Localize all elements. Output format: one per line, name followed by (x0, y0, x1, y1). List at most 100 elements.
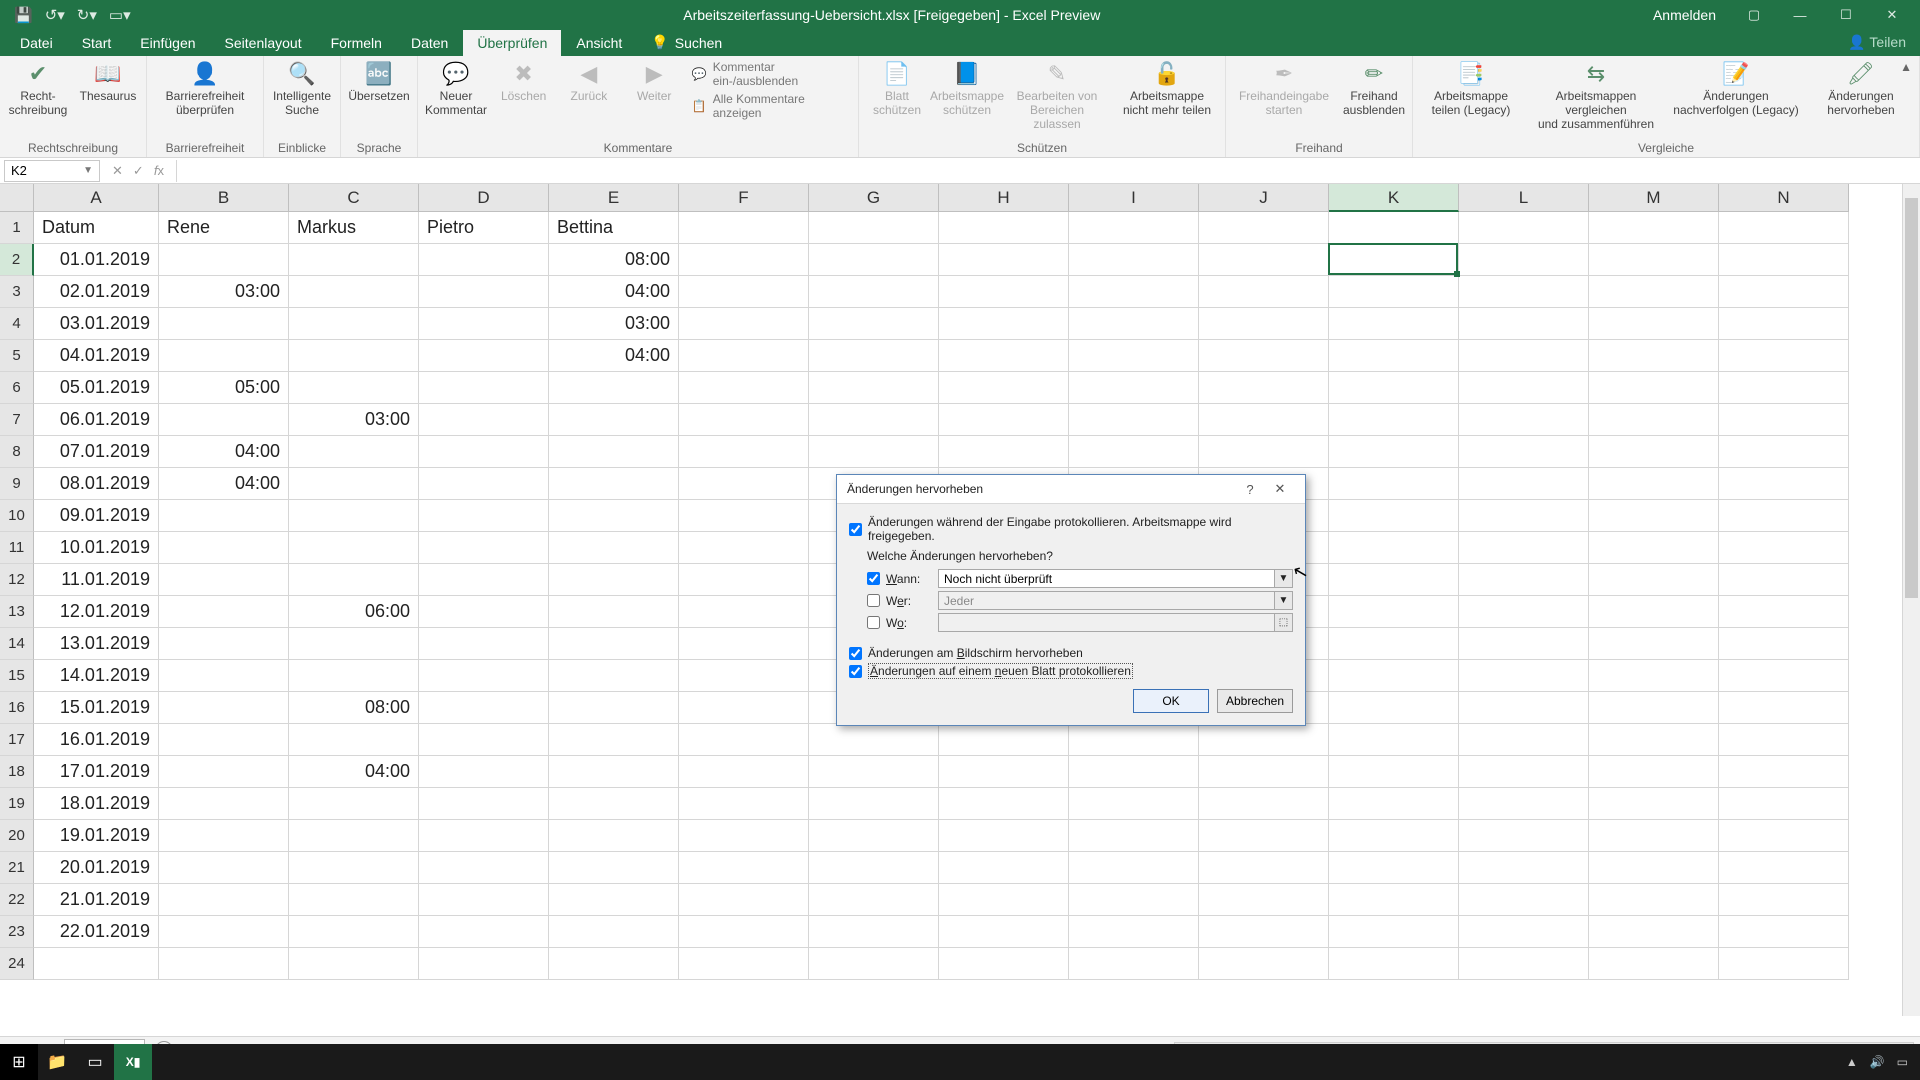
row-header-11[interactable]: 11 (0, 532, 34, 564)
cell[interactable] (809, 756, 939, 788)
cell[interactable] (549, 692, 679, 724)
row-header-1[interactable]: 1 (0, 212, 34, 244)
cell[interactable] (939, 244, 1069, 276)
cell[interactable] (419, 756, 549, 788)
cell[interactable] (1719, 628, 1849, 660)
cell[interactable] (939, 404, 1069, 436)
cell[interactable] (1329, 724, 1459, 756)
cell[interactable] (289, 628, 419, 660)
cell[interactable] (289, 244, 419, 276)
cell[interactable] (1199, 212, 1329, 244)
col-header-J[interactable]: J (1199, 184, 1329, 212)
cell[interactable] (1329, 596, 1459, 628)
cell[interactable]: 03:00 (289, 404, 419, 436)
cell[interactable] (939, 916, 1069, 948)
cell[interactable] (809, 884, 939, 916)
cell[interactable] (679, 628, 809, 660)
accessibility-button[interactable]: 👤Barrierefreiheit überprüfen (155, 60, 255, 118)
cell[interactable] (1069, 948, 1199, 980)
cell[interactable] (679, 500, 809, 532)
cell[interactable] (1719, 308, 1849, 340)
cell[interactable] (419, 916, 549, 948)
cell[interactable] (679, 372, 809, 404)
cell[interactable] (1199, 852, 1329, 884)
cell[interactable]: 20.01.2019 (34, 852, 159, 884)
col-header-M[interactable]: M (1589, 184, 1719, 212)
show-all-comments[interactable]: 📋Alle Kommentare anzeigen (692, 92, 850, 120)
who-dropdown-icon[interactable]: ▼ (1275, 591, 1293, 610)
cell[interactable] (1589, 372, 1719, 404)
cell[interactable] (1459, 884, 1589, 916)
save-icon[interactable]: 💾 (14, 6, 33, 24)
cell[interactable] (289, 372, 419, 404)
cell[interactable] (1199, 948, 1329, 980)
tab-start[interactable]: Start (68, 30, 126, 56)
cell[interactable] (419, 276, 549, 308)
cell[interactable] (1199, 916, 1329, 948)
cell[interactable] (1589, 596, 1719, 628)
col-header-N[interactable]: N (1719, 184, 1849, 212)
cell[interactable] (549, 436, 679, 468)
cell[interactable] (549, 660, 679, 692)
close-icon[interactable]: ✕ (1870, 7, 1914, 23)
cell[interactable] (549, 628, 679, 660)
cell[interactable] (1069, 308, 1199, 340)
cell[interactable] (679, 692, 809, 724)
row-header-22[interactable]: 22 (0, 884, 34, 916)
cell[interactable] (939, 948, 1069, 980)
cell[interactable] (549, 724, 679, 756)
cell[interactable] (159, 244, 289, 276)
cell[interactable] (1069, 372, 1199, 404)
cell[interactable] (1069, 276, 1199, 308)
cell[interactable] (1329, 340, 1459, 372)
cell[interactable] (1589, 820, 1719, 852)
cell[interactable] (679, 596, 809, 628)
where-checkbox[interactable] (867, 616, 880, 629)
cell[interactable] (939, 724, 1069, 756)
cell[interactable] (1589, 468, 1719, 500)
dialog-close-icon[interactable]: ✕ (1265, 481, 1295, 497)
compare-merge-button[interactable]: ⇆Arbeitsmappen vergleichen und zusammenf… (1531, 60, 1661, 131)
cell[interactable] (1589, 916, 1719, 948)
spellcheck-button[interactable]: ✔Recht- schreibung (8, 60, 68, 118)
cell[interactable] (1459, 596, 1589, 628)
cell[interactable] (1199, 820, 1329, 852)
cell[interactable] (1459, 692, 1589, 724)
cell[interactable] (419, 820, 549, 852)
cell[interactable] (679, 916, 809, 948)
cell[interactable] (1329, 276, 1459, 308)
collapse-ribbon-icon[interactable]: ▲ (1900, 60, 1912, 74)
cell[interactable] (679, 532, 809, 564)
cell[interactable] (1199, 276, 1329, 308)
row-header-24[interactable]: 24 (0, 948, 34, 980)
tab-überprüfen[interactable]: Überprüfen (463, 30, 561, 56)
tab-ansicht[interactable]: Ansicht (562, 30, 636, 56)
cell[interactable] (679, 724, 809, 756)
cell[interactable] (549, 468, 679, 500)
cell[interactable] (809, 276, 939, 308)
cancel-button[interactable]: Abbrechen (1217, 689, 1293, 713)
cell[interactable] (939, 884, 1069, 916)
cell[interactable] (1719, 372, 1849, 404)
cell[interactable] (1199, 788, 1329, 820)
row-header-20[interactable]: 20 (0, 820, 34, 852)
cell[interactable] (679, 244, 809, 276)
cell[interactable] (1459, 724, 1589, 756)
cell[interactable] (419, 468, 549, 500)
cell[interactable] (1199, 884, 1329, 916)
taskbar-explorer[interactable]: 📁 (38, 1044, 76, 1080)
cell[interactable] (1589, 500, 1719, 532)
cell[interactable] (939, 436, 1069, 468)
cell[interactable] (1589, 756, 1719, 788)
cell[interactable] (289, 468, 419, 500)
cell[interactable] (419, 564, 549, 596)
cell[interactable] (159, 724, 289, 756)
minimize-icon[interactable]: — (1778, 8, 1822, 23)
cell[interactable] (1329, 404, 1459, 436)
cell[interactable] (809, 724, 939, 756)
row-header-15[interactable]: 15 (0, 660, 34, 692)
cell[interactable]: Bettina (549, 212, 679, 244)
cell[interactable] (34, 948, 159, 980)
cell[interactable] (419, 628, 549, 660)
cell[interactable] (549, 852, 679, 884)
